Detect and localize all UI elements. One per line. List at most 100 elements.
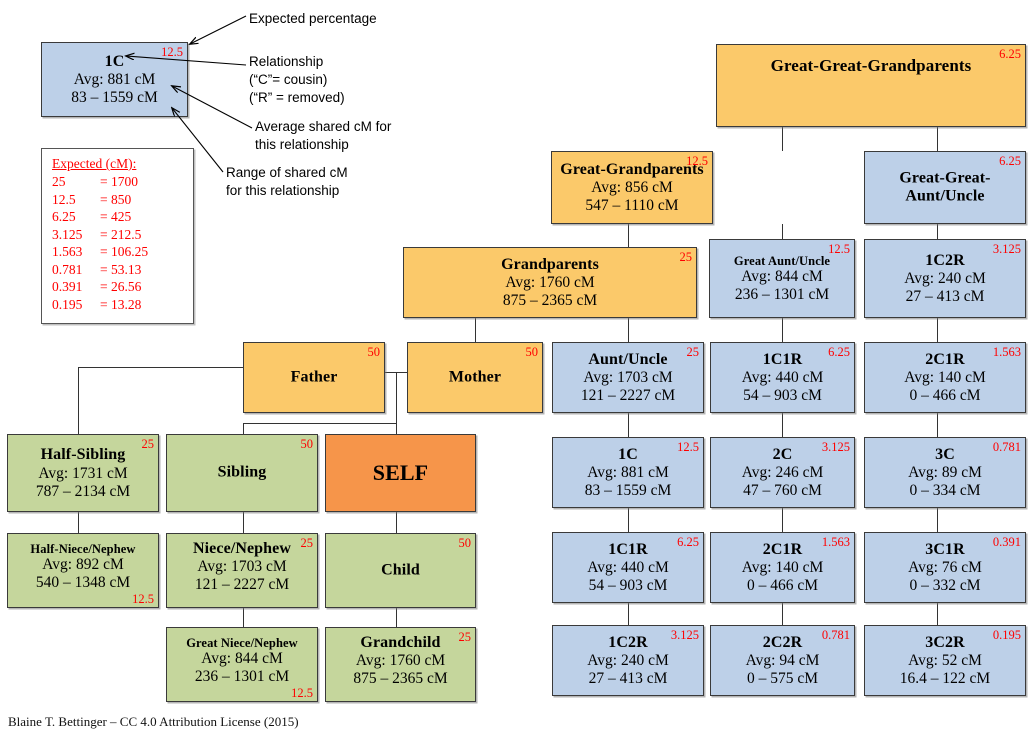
- connector-line: [937, 413, 938, 437]
- box-average: Avg: 240 cM: [587, 651, 669, 669]
- box-grandparents: 25 Grandparents Avg: 1760 cM 875 – 2365 …: [403, 247, 697, 318]
- box-average: Avg: 89 cM: [908, 463, 982, 481]
- box-2c2r: 0.781 2C2R Avg: 94 cM 0 – 575 cM: [710, 625, 855, 696]
- expected-cm-legend: Expected (cM): 25 = 1700 12.5 = 850 6.25 = …: [41, 148, 194, 324]
- box-average: Avg: 440 cM: [741, 368, 824, 386]
- expected-cm-value: = 13.28: [100, 296, 142, 312]
- connector-line: [628, 603, 629, 625]
- box-range: 236 – 1301 cM: [734, 285, 830, 303]
- box-niece-nephew: 25 Niece/Nephew Avg: 1703 cM 121 – 2227 …: [166, 533, 318, 608]
- expected-cm-value: = 850: [100, 191, 132, 207]
- box-range: 121 – 2227 cM: [194, 576, 290, 594]
- annotation-range-shared: Range of shared cM for this relationship: [226, 165, 348, 198]
- expected-cm-value: = 106.25: [100, 244, 149, 260]
- box-percentage: 6.25: [999, 154, 1021, 168]
- box-average: Avg: 844 cM: [741, 267, 823, 285]
- box-title: 3C1R: [925, 540, 965, 558]
- box-average: Avg: 52 cM: [908, 651, 982, 669]
- box-range: 47 – 760 cM: [743, 481, 822, 499]
- annotation-expected-percentage: Expected percentage: [249, 11, 377, 26]
- box-aunt-uncle: 25 Aunt/Uncle Avg: 1703 cM 121 – 2227 cM: [552, 342, 704, 413]
- connector-line: [782, 603, 783, 625]
- box-title: 2C1R: [762, 540, 803, 558]
- box-range: 0 – 332 cM: [909, 576, 981, 594]
- box-range: 54 – 903 cM: [743, 386, 822, 404]
- connector-line: [396, 608, 397, 627]
- box-percentage: 50: [525, 345, 539, 359]
- box-range: 0 – 466 cM: [746, 576, 819, 594]
- relationship-chart: 12.5 1C Avg: 881 cM 83 – 1559 cM Expecte…: [0, 0, 1033, 738]
- box-average: Avg: 140 cM: [741, 558, 824, 576]
- connector-line: [243, 608, 244, 627]
- box-percentage: 12.5: [132, 591, 154, 606]
- expected-cm-value: = 425: [100, 209, 132, 225]
- box-1c2r-top: 3.125 1C2R Avg: 240 cM 27 – 413 cM: [864, 239, 1026, 318]
- box-title: Grandparents: [501, 255, 599, 273]
- expected-cm-value: = 1700: [100, 174, 138, 189]
- box-title: 3C: [935, 445, 955, 463]
- connector-line: [475, 318, 476, 342]
- box-title: Father: [290, 368, 338, 386]
- box-average: Avg: 892 cM: [42, 556, 124, 574]
- box-average: Avg: 94 cM: [745, 651, 820, 669]
- box-range: 875 – 2365 cM: [353, 670, 448, 688]
- credit-line: Blaine T. Bettinger – CC 4.0 Attribution…: [8, 714, 299, 729]
- expected-cm-pct: 6.25: [52, 209, 76, 225]
- expected-cm-row: 1.563 = 106.25: [52, 243, 193, 261]
- connector-line: [782, 413, 783, 437]
- box-percentage: 50: [367, 345, 381, 359]
- box-average: Avg: 76 cM: [908, 558, 982, 576]
- sample-box-1c: 12.5 1C Avg: 881 cM 83 – 1559 cM: [41, 42, 188, 117]
- box-sibling: 50 Sibling: [166, 434, 318, 512]
- box-1c1r-top: 6.25 1C1R Avg: 440 cM 54 – 903 cM: [710, 342, 855, 413]
- box-title: 1C2R: [925, 251, 965, 269]
- box-average: Avg: 856 cM: [591, 178, 673, 196]
- box-title: Great Aunt/Uncle: [733, 253, 831, 268]
- expected-cm-value: = 212.5: [100, 226, 142, 242]
- box-half-niece-nephew: 12.5 Half-Niece/Nephew Avg: 892 cM 540 –…: [7, 533, 159, 608]
- expected-cm-row: 0.781 = 53.13: [52, 261, 193, 279]
- expected-cm-row: 3.125 = 212.5: [52, 226, 193, 244]
- box-title: Sibling: [217, 463, 267, 481]
- box-3c2r: 0.195 3C2R Avg: 52 cM 16.4 – 122 cM: [864, 625, 1026, 696]
- box-range: 236 – 1301 cM: [194, 668, 290, 686]
- box-half-sibling: 25 Half-Sibling Avg: 1731 cM 787 – 2134 …: [7, 434, 159, 512]
- connector-line: [78, 512, 79, 533]
- box-average: Avg: 240 cM: [904, 269, 986, 287]
- expected-cm-row: 12.5 = 850: [52, 191, 193, 209]
- expected-cm-row: 0.391 = 26.56: [52, 278, 193, 296]
- box-title: 1C1R: [608, 540, 648, 558]
- box-3c1r: 0.391 3C1R Avg: 76 cM 0 – 332 cM: [864, 532, 1026, 603]
- box-title: Great-Great-Grandparents: [770, 56, 972, 76]
- expected-cm-value: = 53.13: [100, 261, 142, 277]
- box-range: 787 – 2134 cM: [35, 482, 131, 500]
- box-percentage: 50: [300, 437, 314, 451]
- connector-line: [937, 508, 938, 532]
- annotation-relationship: Relationship (“C”= cousin) (“R” = remove…: [249, 54, 345, 105]
- expected-cm-row: 25 = 1700: [52, 173, 193, 191]
- connector-line: [628, 224, 629, 247]
- expected-cm-heading: Expected (cM):: [52, 156, 137, 171]
- sample-box-range: 83 – 1559 cM: [71, 88, 158, 106]
- box-title: Aunt/Uncle: [588, 350, 668, 368]
- box-title: 2C1R: [925, 350, 965, 368]
- expected-cm-pct: 0.781: [52, 261, 83, 277]
- box-title: 3C2R: [925, 633, 965, 651]
- box-child: 50 Child: [325, 533, 476, 608]
- connector-line: [782, 127, 783, 151]
- expected-cm-value: = 26.56: [100, 279, 142, 295]
- connector-line: [78, 367, 79, 434]
- connector-line: [243, 512, 244, 533]
- box-range: 121 – 2227 cM: [580, 386, 676, 404]
- box-title: Half-Niece/Nephew: [30, 541, 136, 556]
- expected-cm-row: 6.25 = 425: [52, 208, 193, 226]
- box-title: Mother: [448, 368, 502, 386]
- box-mother: 50 Mother: [407, 342, 543, 413]
- box-great-aunt-uncle: 12.5 Great Aunt/Uncle Avg: 844 cM 236 – …: [709, 239, 855, 318]
- expected-cm-pct: 0.195: [52, 296, 83, 312]
- box-title: Great-Great-Aunt/Uncle: [899, 168, 991, 205]
- box-range: 0 – 466 cM: [909, 386, 981, 404]
- connector-line: [243, 423, 397, 424]
- box-average: Avg: 1760 cM: [505, 273, 595, 291]
- box-range: 27 – 413 cM: [588, 669, 668, 687]
